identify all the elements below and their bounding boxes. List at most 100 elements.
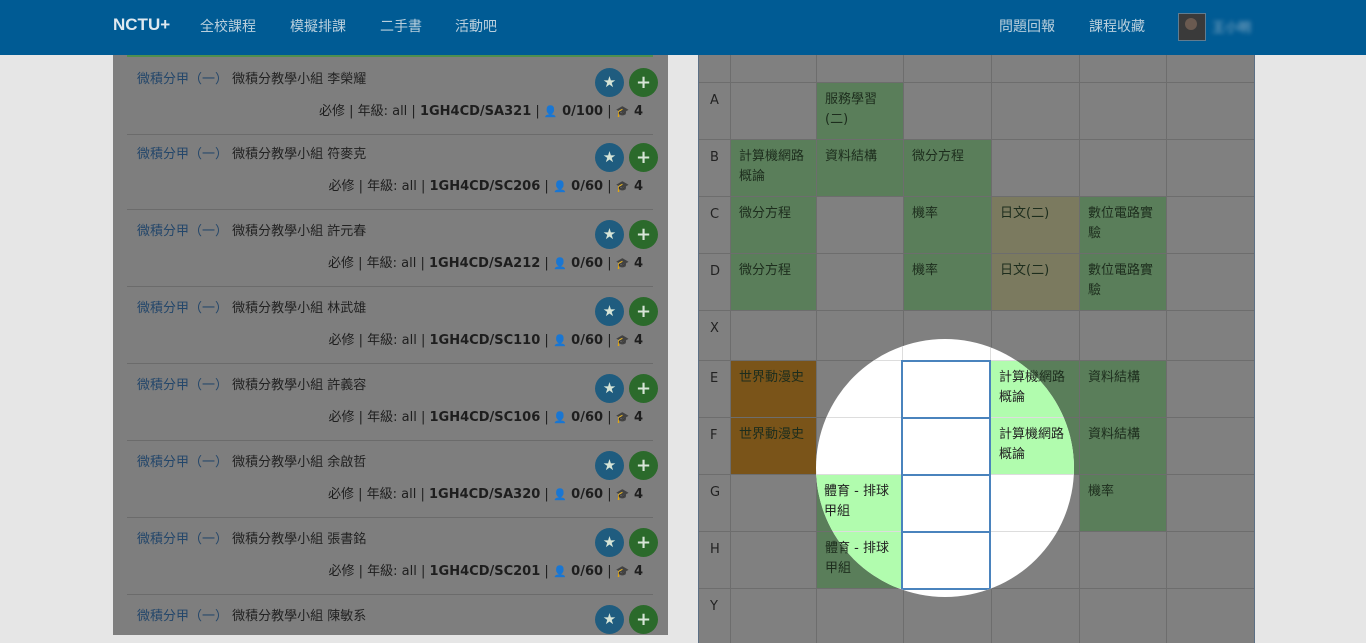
course-item[interactable]: 微積分甲（一） 微積分教學小組 許義容 必修 | 年級: all | 1GH4CD… [127,363,658,441]
add-icon[interactable]: + [629,297,658,326]
course-item[interactable]: 微積分甲（一） 微積分教學小組 林武雄 必修 | 年級: all | 1GH4CD… [127,286,658,364]
timetable-course-cell[interactable]: 服務學習(二) [817,83,903,139]
course-name[interactable]: 微積分甲（一） [137,147,228,162]
star-icon[interactable]: ★ [595,220,624,249]
spotlight-course-cell[interactable]: 計算機網路概論 [991,361,1074,417]
timetable-course-cell[interactable]: 微分方程 [904,140,991,196]
course-title[interactable]: 微積分甲（一） 微積分教學小組 許元春 [137,220,366,239]
timetable-course-cell[interactable]: 資料結構 [1080,361,1166,417]
course-cell-label: 資料結構 [1088,370,1141,385]
course-name[interactable]: 微積分甲（一） [137,455,228,470]
row-label-f: F [710,428,718,443]
course-name[interactable]: 微積分甲（一） [137,72,228,87]
star-icon[interactable]: ★ [595,451,624,480]
timetable-course-cell[interactable]: 機率 [904,197,991,253]
spotlight-course-cell[interactable]: 體育 - 排球甲組 [816,532,902,588]
graduation-cap-icon: 🎓 [615,565,630,578]
course-item[interactable]: 微積分甲（一） 微積分教學小組 許元春 必修 | 年級: all | 1GH4CD… [127,209,658,287]
user-icon: 👤 [552,334,567,347]
course-name[interactable]: 微積分甲（一） [137,609,228,624]
nav-events[interactable]: 活動吧 [455,16,497,36]
spotlight-highlight: 計算機網路概論 計算機網路概論 體育 - 排球甲組 體育 - 排球甲組 [816,339,1074,597]
course-cell-label: 日文(二) [1000,206,1050,221]
add-icon[interactable]: + [629,605,658,634]
timetable-course-cell[interactable]: 資料結構 [817,140,903,196]
timetable-course-cell[interactable]: 日文(二) [992,254,1079,310]
star-icon[interactable]: ★ [595,374,624,403]
row-label-h: H [710,542,720,557]
spotlight-course-cell[interactable]: 計算機網路概論 [991,418,1074,474]
course-requirement: 必修 | [327,256,367,271]
course-title[interactable]: 微積分甲（一） 微積分教學小組 李榮耀 [137,68,366,87]
spotlight-course-cell[interactable]: 體育 - 排球甲組 [816,475,902,531]
course-teacher: 微積分教學小組 張書銘 [228,532,367,547]
nav-favorites[interactable]: 課程收藏 [1089,16,1145,36]
course-item[interactable]: 微積分甲（一） 微積分教學小組 陳敏系 ★ + [127,594,658,635]
course-title[interactable]: 微積分甲（一） 微積分教學小組 余啟哲 [137,451,366,470]
timetable-course-cell[interactable]: 微分方程 [731,197,816,253]
course-meta: 必修 | 年級: all | 1GH4CD/SA320 | 👤 0/60 | 🎓… [328,483,643,502]
meta-separator: | [540,333,553,348]
course-enrollment: 0/60 [566,487,604,502]
timetable-course-cell[interactable]: 機率 [904,254,991,310]
course-title[interactable]: 微積分甲（一） 微積分教學小組 林武雄 [137,297,366,316]
course-name[interactable]: 微積分甲（一） [137,301,228,316]
course-title[interactable]: 微積分甲（一） 微積分教學小組 張書銘 [137,528,366,547]
course-enrollment: 0/60 [566,179,604,194]
timetable-course-cell[interactable]: 微分方程 [731,254,816,310]
course-name[interactable]: 微積分甲（一） [137,224,228,239]
selected-time-slot[interactable] [901,417,991,476]
add-icon[interactable]: + [629,220,658,249]
selected-time-slot[interactable] [901,474,991,533]
timetable-course-cell[interactable]: 數位電路實驗 [1080,197,1166,253]
star-icon[interactable]: ★ [595,143,624,172]
add-icon[interactable]: + [629,143,658,172]
row-label-x: X [710,321,719,336]
star-icon[interactable]: ★ [595,605,624,634]
add-icon[interactable]: + [629,68,658,97]
star-icon[interactable]: ★ [595,297,624,326]
course-cell-label: 微分方程 [739,263,792,278]
add-icon[interactable]: + [629,374,658,403]
course-title[interactable]: 微積分甲（一） 微積分教學小組 陳敏系 [137,605,366,624]
star-icon[interactable]: ★ [595,68,624,97]
meta-separator: | [540,179,553,194]
nav-used-books[interactable]: 二手書 [380,16,422,36]
course-name[interactable]: 微積分甲（一） [137,532,228,547]
user-name[interactable]: 王小明 [1212,17,1251,36]
course-item[interactable]: 微積分甲（一） 微積分教學小組 余啟哲必修 | 年級: all | 1GH4CD… [127,440,658,518]
brand-logo[interactable]: NCTU+ [113,15,170,35]
course-item[interactable]: 微積分甲（一） 微積分教學小組 張書銘 必修 | 年級: all | 1GH4CD… [127,517,658,595]
user-icon: 👤 [552,565,567,578]
course-credits: 4 [629,333,643,348]
timetable-course-cell[interactable]: 機率 [1080,475,1166,531]
timetable-course-cell[interactable]: 計算機網路概論 [731,140,816,196]
nav-schedule[interactable]: 模擬排課 [290,16,346,36]
course-title[interactable]: 微積分甲（一） 微積分教學小組 符麥克 [137,143,366,162]
timetable-course-cell[interactable]: 數位電路實驗 [1080,254,1166,310]
nav-report-issue[interactable]: 問題回報 [999,16,1055,36]
course-item[interactable]: 微積分甲（一） 微積分教學小組 符麥克 必修 | 年級: all | 1GH4CD… [127,132,658,210]
add-icon[interactable]: + [629,451,658,480]
course-enrollment: 0/60 [566,256,604,271]
nav-all-courses[interactable]: 全校課程 [200,16,256,36]
star-icon[interactable]: ★ [595,528,624,557]
meta-separator: | [603,487,616,502]
course-title[interactable]: 微積分甲（一） 微積分教學小組 許義容 [137,374,366,393]
timetable-course-cell[interactable]: 資料結構 [1080,418,1166,474]
timetable-course-cell[interactable]: 世界動漫史 [731,418,816,474]
add-icon[interactable]: + [629,528,658,557]
course-credits: 4 [629,564,643,579]
grid-col-line [1079,55,1080,643]
course-name[interactable]: 微積分甲（一） [137,378,228,393]
selected-time-slot[interactable] [901,531,991,590]
user-icon: 👤 [552,257,567,270]
timetable-course-cell[interactable]: 世界動漫史 [731,361,816,417]
grid-col-line [1166,55,1167,643]
selected-time-slot[interactable] [901,360,991,419]
course-cell-label: 數位電路實驗 [1088,206,1154,241]
course-item[interactable]: 微積分甲（一） 微積分教學小組 李榮耀 必修 | 年級: all | 1GH4CD… [127,55,658,135]
course-cell-label: 計算機網路概論 [999,370,1065,405]
timetable-course-cell[interactable]: 日文(二) [992,197,1079,253]
avatar[interactable] [1178,13,1206,41]
